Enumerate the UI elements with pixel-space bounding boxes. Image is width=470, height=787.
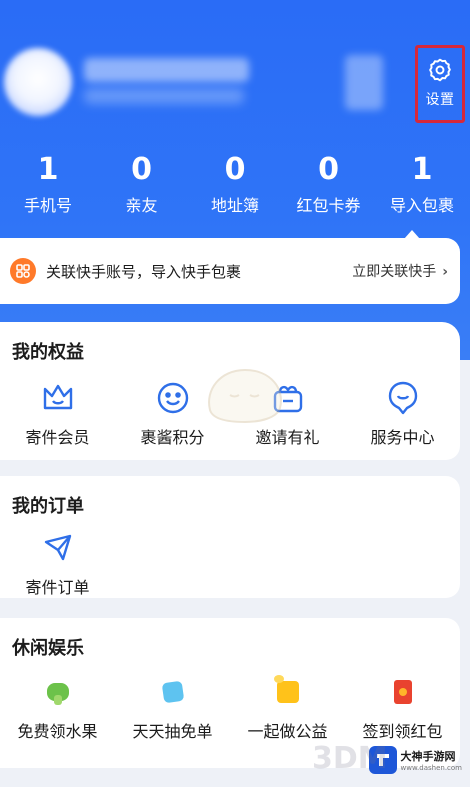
gear-icon <box>429 58 451 82</box>
charity-icon <box>273 672 299 712</box>
stat-coupons-count: 0 <box>318 152 339 187</box>
order-item-send[interactable]: 寄件订单 <box>0 528 115 598</box>
stat-friends-label: 亲友 <box>125 196 158 215</box>
profile-header: 设置 1 手机号 0 亲友 0 地址簿 0 红包卡券 1 导入包裹 <box>0 0 470 360</box>
orders-title: 我的订单 <box>12 496 84 517</box>
watermark-name: 大神手游网 <box>400 750 456 763</box>
link-kuaishou-button[interactable]: 立即关联快手 › <box>352 261 448 281</box>
order-send-label: 寄件订单 <box>25 578 90 597</box>
stat-address-book-label: 地址簿 <box>210 196 259 215</box>
site-watermark: 3DM 大神手游网 www.dashen.com <box>276 733 470 787</box>
service-icon <box>386 378 420 418</box>
benefit-service-label: 服务中心 <box>370 428 435 447</box>
stat-import-parcel[interactable]: 1 导入包裹 <box>376 150 468 220</box>
orders-panel: 我的订单 寄件订单 <box>0 476 460 598</box>
leisure-fruit-label: 免费领水果 <box>17 722 98 741</box>
nickname-blurred <box>84 58 249 82</box>
user-subtitle-blurred <box>84 88 244 104</box>
stat-import-parcel-count: 1 <box>411 152 433 187</box>
benefit-member-label: 寄件会员 <box>25 428 90 447</box>
lottery-icon <box>161 672 184 712</box>
leisure-item-charity[interactable]: 一起做公益 <box>230 672 345 742</box>
mascot-watermark-icon <box>208 368 282 424</box>
send-icon <box>42 528 74 568</box>
chevron-right-icon: › <box>442 264 448 280</box>
stat-phone[interactable]: 1 手机号 <box>2 150 94 220</box>
benefit-item-service[interactable]: 服务中心 <box>345 378 460 448</box>
settings-label: 设置 <box>425 92 455 108</box>
leisure-grid: 免费领水果 天天抽免单 一起做公益 签到领红包 <box>0 672 460 742</box>
stat-import-parcel-label: 导入包裹 <box>389 196 454 215</box>
link-badge-icon <box>10 258 36 284</box>
stat-coupons-label: 红包卡券 <box>296 196 361 215</box>
stat-phone-label: 手机号 <box>23 196 72 215</box>
settings-button[interactable]: 设置 <box>415 45 465 123</box>
orders-grid: 寄件订单 <box>0 528 460 598</box>
link-banner-text: 关联快手账号，导入快手包裹 <box>46 262 242 281</box>
stat-coupons[interactable]: 0 红包卡券 <box>283 150 375 220</box>
benefits-title: 我的权益 <box>12 342 84 363</box>
watermark-url: www.dashen.com <box>400 764 463 772</box>
qr-code-blurred[interactable] <box>345 55 383 110</box>
stat-address-book[interactable]: 0 地址簿 <box>189 150 281 220</box>
link-kuaishou-banner[interactable]: 关联快手账号，导入快手包裹 立即关联快手 › <box>0 238 460 304</box>
red-envelope-icon <box>393 672 412 712</box>
leisure-item-lottery[interactable]: 天天抽免单 <box>115 672 230 742</box>
stat-address-book-count: 0 <box>224 152 246 187</box>
stats-row: 1 手机号 0 亲友 0 地址簿 0 红包卡券 1 导入包裹 <box>0 150 470 220</box>
avatar[interactable] <box>4 48 72 116</box>
leisure-item-fruit[interactable]: 免费领水果 <box>0 672 115 742</box>
stat-friends-count: 0 <box>131 152 152 187</box>
stat-friends[interactable]: 0 亲友 <box>96 150 188 220</box>
watermark-3dm: 3DM <box>312 741 388 776</box>
benefit-item-member[interactable]: 寄件会员 <box>0 378 115 448</box>
leisure-item-red-envelope[interactable]: 签到领红包 <box>345 672 460 742</box>
link-action-label: 立即关联快手 <box>352 264 437 280</box>
fruit-icon <box>46 672 69 712</box>
stat-phone-count: 1 <box>37 152 59 187</box>
benefit-points-label: 裹酱积分 <box>140 428 205 447</box>
smiley-icon <box>155 378 191 418</box>
leisure-title: 休闲娱乐 <box>12 638 84 659</box>
crown-icon <box>40 378 76 418</box>
leisure-lottery-label: 天天抽免单 <box>132 722 213 741</box>
